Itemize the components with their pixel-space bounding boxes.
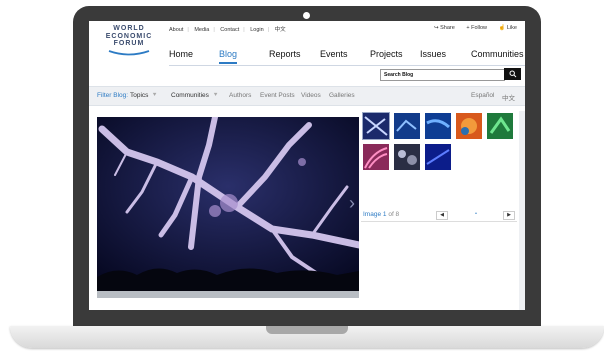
share-icon: ↪: [433, 25, 439, 31]
screen: WORLD ECONOMIC FORUM About | Media | Conta…: [89, 21, 525, 310]
chevron-down-icon[interactable]: ⯆: [152, 92, 157, 100]
wef-logo[interactable]: WORLD ECONOMIC FORUM: [95, 25, 163, 56]
trackpad-notch: [266, 326, 348, 334]
thumbnail-6[interactable]: [363, 144, 389, 170]
pager-divider: [361, 221, 517, 222]
thumbnail-3[interactable]: [425, 113, 451, 139]
filter-authors[interactable]: Authors: [229, 92, 251, 99]
thumbnail-image: [396, 119, 417, 132]
filter-communities[interactable]: Communities: [171, 92, 209, 99]
thumbnail-2[interactable]: [394, 113, 420, 139]
main-gallery-image[interactable]: ›: [97, 117, 359, 291]
nav-blog[interactable]: Blog: [219, 49, 238, 64]
filter-label: Filter Blog:: [97, 92, 129, 99]
logo-swoosh-icon: [108, 49, 150, 55]
laptop-base: [10, 326, 604, 348]
login-link[interactable]: Login: [250, 27, 263, 33]
language-spanish[interactable]: Español: [471, 92, 495, 99]
thumbnail-7[interactable]: [394, 144, 420, 170]
filter-bar: Filter Blog: Topics ⯆ Communities ⯆ Auth…: [89, 86, 525, 106]
nav-issues[interactable]: Issues: [420, 49, 446, 59]
utility-links: About | Media | Contact | Login | 中文: [169, 27, 286, 33]
nav-events[interactable]: Events: [320, 49, 348, 59]
chevron-down-icon[interactable]: ⯆: [213, 92, 218, 100]
follow-button[interactable]: + Follow: [466, 25, 487, 31]
language-chinese[interactable]: 中文: [502, 92, 515, 102]
thumbnail-image: [426, 119, 451, 129]
about-link[interactable]: About: [169, 27, 183, 33]
pager-dot: •: [471, 211, 481, 218]
webcam: [303, 12, 310, 19]
image-counter: Image 1 of 8: [363, 211, 400, 218]
media-link[interactable]: Media: [194, 27, 209, 33]
filter-event-posts[interactable]: Event Posts: [260, 92, 295, 99]
nav-communities[interactable]: Communities: [471, 49, 524, 59]
search-icon: [509, 70, 516, 78]
thumbnail-image: [489, 116, 511, 134]
scroll-gutter: [519, 111, 525, 310]
filter-topics[interactable]: Topics: [130, 92, 148, 99]
thumbs-up-icon: ☝: [498, 25, 506, 31]
thumbnail-8[interactable]: [425, 144, 451, 170]
thumbnail-image: [461, 118, 477, 135]
nav-projects[interactable]: Projects: [370, 49, 403, 59]
main-nav: Home Blog Reports Events Projects Issues…: [169, 49, 525, 66]
share-button[interactable]: ↪ Share: [434, 25, 455, 31]
coral-photo: [97, 117, 359, 291]
contact-link[interactable]: Contact: [220, 27, 239, 33]
filter-videos[interactable]: Videos: [301, 92, 321, 99]
thumbnail-4[interactable]: [456, 113, 482, 139]
image-caption-bar: [97, 291, 359, 298]
thumbnail-image: [426, 149, 450, 165]
next-image-arrow[interactable]: ›: [349, 193, 355, 214]
chinese-link[interactable]: 中文: [275, 27, 286, 33]
previous-image-button[interactable]: ◀: [436, 211, 448, 220]
search-input[interactable]: Search Blog: [380, 69, 505, 81]
search-button[interactable]: [504, 68, 521, 80]
thumbnail-1[interactable]: [362, 112, 390, 140]
nav-home[interactable]: Home: [169, 49, 193, 59]
thumbnail-image: [398, 150, 417, 165]
next-image-button[interactable]: ▶: [503, 211, 515, 220]
thumbnail-5[interactable]: [487, 113, 513, 139]
thumbnail-image: [364, 116, 388, 136]
nav-reports[interactable]: Reports: [269, 49, 301, 59]
social-bar: ↪ Share + Follow ☝ Like: [424, 25, 517, 31]
like-button[interactable]: ☝ Like: [499, 25, 517, 31]
thumbnail-image: [364, 147, 388, 169]
filter-galleries[interactable]: Galleries: [329, 92, 355, 99]
